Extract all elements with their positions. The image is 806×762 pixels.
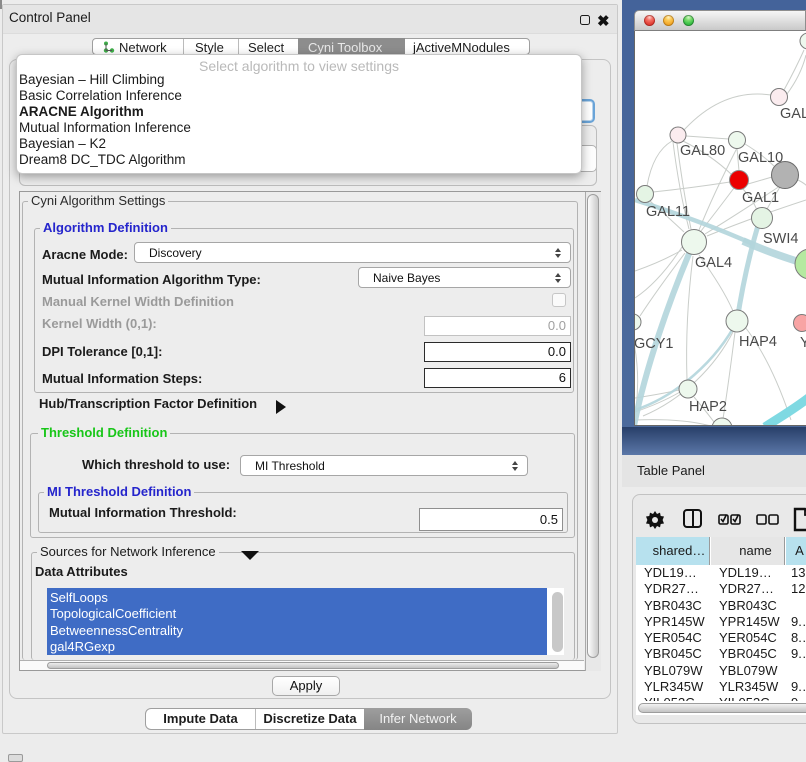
svg-text:Y: Y [800, 335, 806, 351]
svg-text:GAL4: GAL4 [695, 255, 732, 271]
svg-text:GAL7: GAL7 [780, 106, 806, 122]
svg-text:HAP4: HAP4 [739, 334, 777, 350]
svg-text:GAL11: GAL11 [646, 204, 690, 220]
svg-text:GAL80: GAL80 [680, 143, 725, 159]
svg-text:SWI4: SWI4 [763, 231, 798, 247]
svg-text:GAL1: GAL1 [742, 190, 779, 206]
svg-text:HAP2: HAP2 [689, 399, 727, 415]
svg-text:GCY1: GCY1 [635, 336, 674, 352]
svg-text:GAL10: GAL10 [738, 150, 783, 166]
